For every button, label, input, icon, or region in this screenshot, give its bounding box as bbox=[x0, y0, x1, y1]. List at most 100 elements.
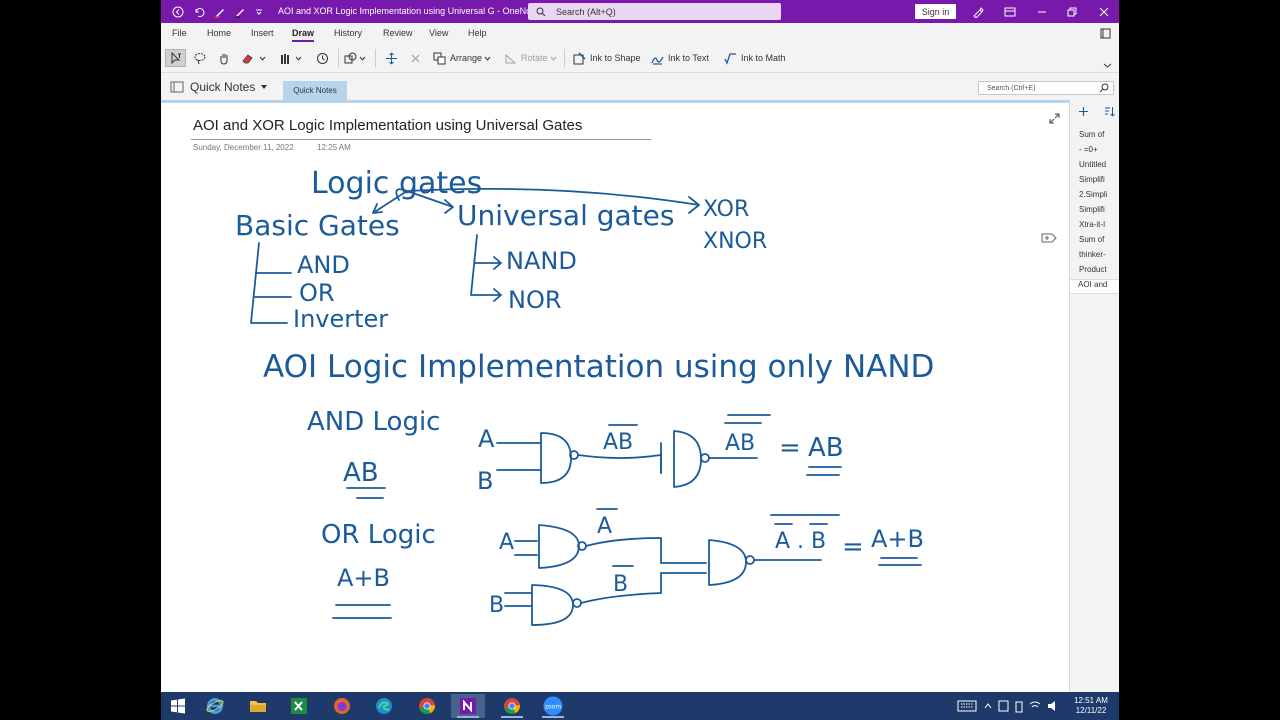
sign-in-button[interactable]: Sign in bbox=[915, 4, 956, 19]
page-canvas[interactable]: AOI and XOR Logic Implementation using U… bbox=[161, 103, 1069, 692]
tab-review[interactable]: Review bbox=[383, 28, 413, 38]
page-item-current[interactable]: AOI and bbox=[1070, 279, 1119, 294]
restore-icon[interactable] bbox=[1063, 3, 1081, 20]
insert-space-icon bbox=[385, 52, 397, 64]
ribbon-display-icon[interactable] bbox=[1001, 3, 1019, 20]
ink-wire-1 bbox=[577, 452, 662, 474]
ink-a-bar: A bbox=[597, 514, 612, 539]
ink-to-text-label: Ink to Text bbox=[668, 53, 709, 63]
pen-mode-icon[interactable] bbox=[969, 3, 987, 20]
ink-universal-gates: Universal gates bbox=[457, 199, 674, 232]
firefox-icon bbox=[334, 698, 350, 714]
taskbar-file-explorer[interactable] bbox=[241, 694, 275, 718]
search-box[interactable]: Search (Alt+Q) bbox=[528, 3, 781, 20]
insert-space-button[interactable] bbox=[383, 49, 399, 67]
network-warning-icon[interactable] bbox=[998, 700, 1009, 712]
notebook-dropdown[interactable]: Quick Notes bbox=[170, 80, 268, 94]
tab-draw[interactable]: Draw bbox=[292, 28, 315, 42]
battery-icon[interactable] bbox=[1015, 701, 1023, 713]
volume-icon[interactable] bbox=[1048, 701, 1055, 711]
taskbar-edge[interactable] bbox=[367, 694, 401, 718]
onenote-icon bbox=[460, 698, 476, 714]
ink-to-text-button[interactable]: Ink to Text bbox=[651, 49, 709, 67]
arrange-button[interactable]: Arrange bbox=[433, 49, 491, 67]
chevron-up-icon[interactable] bbox=[984, 703, 992, 709]
eraser-button[interactable] bbox=[241, 49, 268, 67]
taskbar-ie[interactable] bbox=[198, 694, 232, 718]
taskbar-chrome[interactable] bbox=[410, 694, 444, 718]
page-item[interactable]: Xtra-it-I bbox=[1070, 220, 1119, 235]
active-indicator bbox=[457, 716, 479, 718]
sort-pages-icon[interactable] bbox=[1104, 104, 1115, 122]
customize-toolbar-icon[interactable] bbox=[251, 4, 267, 19]
page-item[interactable]: Sum of bbox=[1070, 235, 1119, 250]
add-page-icon[interactable] bbox=[1078, 104, 1089, 122]
page-search-placeholder: Search (Ctrl+E) bbox=[987, 84, 1036, 92]
notebook-icon bbox=[170, 81, 184, 93]
pen-black-icon[interactable] bbox=[232, 4, 248, 19]
delete-icon bbox=[411, 54, 419, 62]
taskbar-clock[interactable]: 12:51 AM 12/11/22 bbox=[1068, 696, 1114, 716]
ink-or-result-underline bbox=[878, 557, 922, 566]
ink-b-bar: B bbox=[613, 572, 628, 597]
collapse-ribbon-icon[interactable] bbox=[1103, 61, 1112, 71]
title-bar: AOI and XOR Logic Implementation using U… bbox=[161, 0, 1119, 23]
page-item[interactable]: - =0+ bbox=[1070, 145, 1119, 160]
minimize-icon[interactable] bbox=[1033, 3, 1051, 20]
undo-icon[interactable] bbox=[191, 4, 207, 19]
tab-insert[interactable]: Insert bbox=[251, 28, 274, 38]
ink-replay-button[interactable] bbox=[314, 49, 330, 67]
ink-to-shape-button[interactable]: Ink to Shape bbox=[573, 49, 641, 67]
ink-wire-3 bbox=[585, 537, 707, 564]
shapes-icon bbox=[344, 52, 357, 63]
ink-or-logic: OR Logic bbox=[321, 520, 436, 550]
taskbar-onenote[interactable] bbox=[451, 694, 485, 718]
pen-red-icon[interactable] bbox=[212, 4, 228, 19]
taskbar-excel[interactable] bbox=[282, 694, 316, 718]
ink-equals-2: = bbox=[842, 532, 864, 562]
taskbar-chrome-2[interactable] bbox=[495, 694, 529, 718]
page-item[interactable]: Simplifi bbox=[1070, 175, 1119, 190]
page-item[interactable]: Sum of bbox=[1070, 130, 1119, 145]
page-item[interactable]: thinker- bbox=[1070, 250, 1119, 265]
page-item[interactable]: Untitled bbox=[1070, 160, 1119, 175]
hand-icon bbox=[220, 53, 227, 65]
taskbar-zoom[interactable]: zoom bbox=[536, 694, 570, 718]
shapes-button[interactable] bbox=[344, 49, 368, 67]
keyboard-icon[interactable] bbox=[957, 700, 977, 712]
ink-nand-bubble-5 bbox=[745, 555, 755, 565]
notebook-list-icon[interactable] bbox=[1100, 28, 1111, 41]
start-button[interactable] bbox=[161, 694, 195, 718]
page-item[interactable]: 2.Simpli bbox=[1070, 190, 1119, 205]
wifi-icon[interactable] bbox=[1029, 701, 1041, 708]
close-icon[interactable] bbox=[1095, 3, 1113, 20]
section-tab-quick-notes[interactable]: Quick Notes bbox=[283, 81, 347, 100]
tab-home[interactable]: Home bbox=[207, 28, 231, 38]
ink-nand-gate-4 bbox=[504, 584, 574, 626]
ribbon-separator bbox=[375, 49, 376, 67]
lasso-button[interactable] bbox=[192, 49, 208, 67]
pan-button[interactable] bbox=[216, 49, 232, 67]
pen-gallery-button[interactable] bbox=[280, 49, 302, 67]
ink-nor: NOR bbox=[508, 286, 562, 314]
ink-a-dot-b-bars bbox=[770, 514, 840, 525]
ink-nand-gate-2 bbox=[660, 430, 702, 488]
page-item[interactable]: Product bbox=[1070, 265, 1119, 280]
back-icon[interactable] bbox=[170, 4, 186, 19]
page-item[interactable]: Simplifi bbox=[1070, 205, 1119, 220]
tab-history[interactable]: History bbox=[334, 28, 362, 38]
delete-button[interactable] bbox=[407, 49, 423, 67]
rotate-button[interactable]: Rotate bbox=[504, 49, 557, 67]
edge-icon bbox=[376, 698, 392, 714]
page-search-input[interactable]: Search (Ctrl+E) bbox=[978, 81, 1114, 95]
tab-file[interactable]: File bbox=[172, 28, 187, 38]
tab-help[interactable]: Help bbox=[468, 28, 487, 38]
taskbar-firefox[interactable] bbox=[325, 694, 359, 718]
replay-icon bbox=[316, 52, 328, 64]
lasso-select-button[interactable] bbox=[165, 49, 186, 67]
ink-to-math-button[interactable]: Ink to Math bbox=[724, 49, 786, 67]
tab-view[interactable]: View bbox=[429, 28, 448, 38]
ink-wire-4 bbox=[580, 572, 707, 604]
ink-equals-1: = bbox=[779, 433, 801, 463]
ink-to-shape-icon bbox=[573, 51, 586, 64]
